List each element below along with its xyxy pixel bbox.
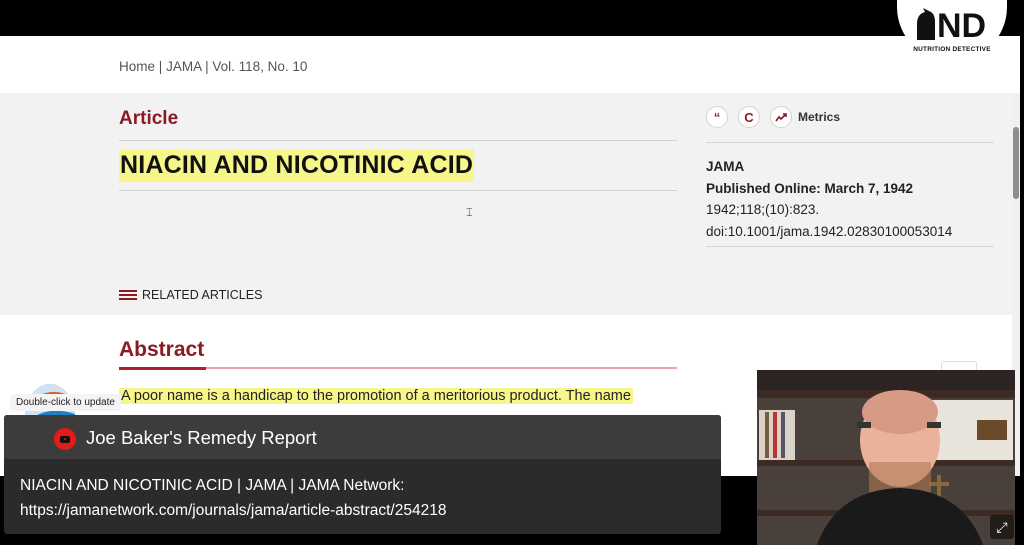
text-cursor-icon: ⌶: [466, 207, 473, 219]
cite-icon[interactable]: “: [706, 106, 728, 128]
webcam-feed: [757, 370, 1015, 545]
description-url[interactable]: https://jamanetwork.com/journals/jama/ar…: [20, 498, 710, 523]
divider: [706, 142, 994, 143]
doi[interactable]: doi:10.1001/jama.1942.02830100053014: [706, 221, 952, 243]
metrics-link[interactable]: Metrics: [798, 110, 840, 124]
top-black-bar: [0, 0, 1024, 36]
metrics-trend-icon[interactable]: [770, 106, 792, 128]
description-line: NIACIN AND NICOTINIC ACID | JAMA | JAMA …: [20, 477, 405, 494]
youtube-icon: [54, 428, 76, 450]
divider: [119, 190, 677, 191]
page-title: NIACIN AND NICOTINIC ACID: [119, 149, 475, 182]
published-date: Published Online: March 7, 1942: [706, 180, 914, 196]
nutrition-detective-logo: ND NUTRITION DETECTIVE: [897, 0, 1007, 62]
expand-icon[interactable]: ⤢: [990, 515, 1014, 539]
citation: 1942;118;(10):823.: [706, 202, 820, 217]
channel-title[interactable]: Joe Baker's Remedy Report: [86, 427, 317, 449]
logo-mark: ND: [911, 4, 995, 42]
scroll-thumb[interactable]: [1013, 127, 1019, 199]
breadcrumb: Home | JAMA | Vol. 118, No. 10: [119, 59, 308, 74]
divider: [706, 246, 994, 247]
divider: [119, 140, 677, 141]
video-info-popup: Joe Baker's Remedy Report NIACIN AND NIC…: [4, 415, 721, 534]
logo-caption: NUTRITION DETECTIVE: [913, 46, 991, 53]
breadcrumb-volume[interactable]: Vol. 118, No. 10: [212, 59, 307, 74]
abstract-underline: [119, 367, 677, 370]
journal-name: JAMA: [706, 159, 745, 174]
video-description: NIACIN AND NICOTINIC ACID | JAMA | JAMA …: [20, 473, 710, 523]
breadcrumb-journal[interactable]: JAMA: [166, 59, 201, 74]
breadcrumb-home[interactable]: Home: [119, 59, 155, 74]
article-type-label: Article: [119, 108, 179, 129]
svg-text:ND: ND: [937, 7, 986, 42]
hamburger-icon: [119, 288, 137, 302]
article-tools: “ C Metrics: [706, 106, 996, 128]
double-click-tooltip: Double-click to update: [10, 394, 121, 411]
abstract-heading: Abstract: [119, 338, 205, 361]
related-articles-link[interactable]: RELATED ARTICLES: [119, 288, 262, 302]
abstract-text: A poor name is a handicap to the promoti…: [119, 388, 633, 404]
permissions-icon[interactable]: C: [738, 106, 760, 128]
publication-info: JAMA Published Online: March 7, 1942 194…: [706, 156, 952, 242]
